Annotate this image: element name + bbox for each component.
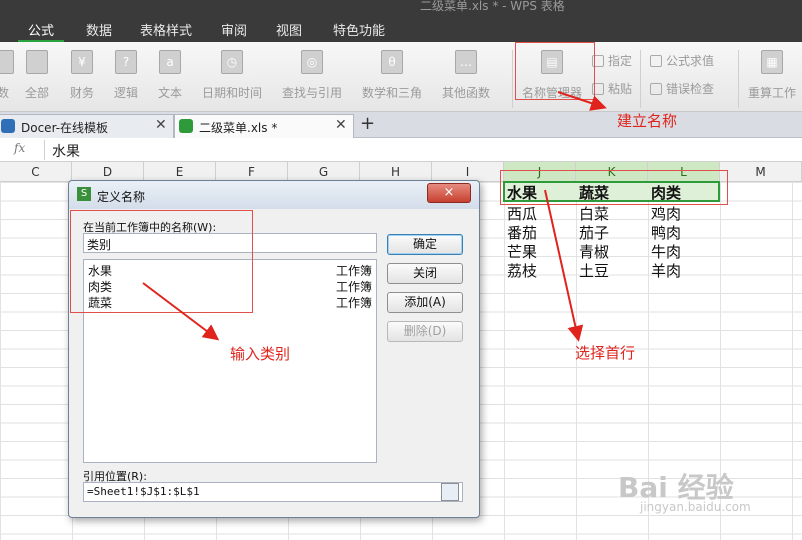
ribbon-text-button[interactable]: a 文本	[158, 50, 182, 101]
fx-icon	[650, 55, 662, 67]
tab-workbook[interactable]: 二级菜单.xls * ✕	[174, 114, 354, 138]
window-title: 二级菜单.xls * - WPS 表格	[420, 0, 565, 13]
recalc-button[interactable]: ▦ 重算工作	[748, 50, 796, 101]
finance-icon: ¥	[71, 50, 93, 74]
formula-bar: fx 水果	[0, 138, 802, 162]
table-cell[interactable]: 鸭肉	[651, 222, 681, 243]
ribbon-logic-button[interactable]: ? 逻辑	[114, 50, 138, 101]
dialog-app-icon: S	[77, 187, 91, 201]
more-icon: …	[455, 50, 477, 74]
spreadsheet-icon	[179, 119, 193, 133]
close-button[interactable]: 关闭	[387, 263, 463, 284]
text-icon: a	[159, 50, 181, 74]
function-icon	[26, 50, 48, 74]
close-icon[interactable]: ✕	[155, 117, 167, 133]
specify-button[interactable]: 指定	[592, 52, 632, 69]
new-tab-icon[interactable]: +	[360, 113, 375, 134]
column-header[interactable]: I	[432, 162, 504, 182]
table-cell[interactable]: 青椒	[579, 241, 609, 262]
table-cell[interactable]: 茄子	[579, 222, 609, 243]
table-cell[interactable]: 番茄	[507, 222, 537, 243]
ribbon-math-button[interactable]: θ 数学和三角	[362, 50, 422, 101]
menu-bar: 二级菜单.xls * - WPS 表格 公式 数据 表格样式 审阅 视图 特色功…	[0, 0, 802, 42]
table-cell[interactable]: 牛肉	[651, 241, 681, 262]
menu-review[interactable]: 审阅	[221, 20, 247, 39]
annotation-define-name: 建立名称	[617, 112, 678, 130]
column-header[interactable]: F	[216, 162, 288, 182]
annotation-select-first-row: 选择首行	[575, 344, 636, 362]
tab-docer[interactable]: Docer-在线模板 ✕	[0, 114, 174, 138]
fx-icon[interactable]: fx	[14, 141, 25, 155]
column-header[interactable]: G	[288, 162, 360, 182]
annotation-box-first-row	[500, 170, 728, 205]
table-cell[interactable]: 土豆	[579, 260, 609, 281]
column-header[interactable]: D	[72, 162, 144, 182]
column-header[interactable]: H	[360, 162, 432, 182]
watermark-url: jingyan.baidu.com	[640, 500, 751, 514]
column-header[interactable]: E	[144, 162, 216, 182]
ribbon-number-button[interactable]: 数	[0, 50, 14, 101]
error-check-button[interactable]: 错误检查	[650, 80, 714, 97]
ribbon-separator	[512, 50, 513, 108]
annotation-box-name-manager	[515, 42, 595, 100]
menu-formula[interactable]: 公式	[28, 20, 54, 39]
ok-button[interactable]: 确定	[387, 234, 463, 255]
ribbon-other-button[interactable]: … 其他函数	[442, 50, 490, 101]
ribbon-separator	[738, 50, 739, 108]
tab-bar: Docer-在线模板 ✕ 二级菜单.xls * ✕	[0, 112, 802, 138]
formula-eval-button[interactable]: 公式求值	[650, 52, 714, 69]
add-button[interactable]: 添加(A)	[387, 292, 463, 313]
delete-button[interactable]: 删除(D)	[387, 321, 463, 342]
ref-input[interactable]: =Sheet1!$J$1:$L$1	[83, 482, 463, 502]
dialog-titlebar[interactable]: S 定义名称 ×	[69, 181, 479, 209]
formula-separator	[44, 140, 45, 160]
ribbon-datetime-button[interactable]: ◷ 日期和时间	[202, 50, 262, 101]
table-cell[interactable]: 白菜	[579, 203, 609, 224]
calculator-icon: ▦	[761, 50, 783, 74]
table-cell[interactable]: 芒果	[507, 241, 537, 262]
menu-view[interactable]: 视图	[276, 20, 302, 39]
error-check-icon	[650, 83, 662, 95]
dialog-title: 定义名称	[97, 190, 146, 204]
ribbon-lookup-button[interactable]: ◎ 查找与引用	[282, 50, 342, 101]
clock-icon: ◷	[221, 50, 243, 74]
menu-special[interactable]: 特色功能	[333, 20, 385, 39]
paste-button[interactable]: 粘贴	[592, 80, 632, 97]
function-icon	[0, 50, 14, 74]
lookup-icon: ◎	[301, 50, 323, 74]
dialog-close-button[interactable]: ×	[427, 183, 471, 203]
ribbon: 数 全部 ¥ 财务 ? 逻辑 a 文本 ◷ 日期和时间 ◎ 查找与引用 θ 数学和三角 … 其…	[0, 42, 802, 112]
math-icon: θ	[381, 50, 403, 74]
logic-icon: ?	[115, 50, 137, 74]
ribbon-all-button[interactable]: 全部	[25, 50, 49, 101]
menu-data[interactable]: 数据	[86, 20, 112, 39]
column-header[interactable]: M	[720, 162, 802, 182]
formula-input[interactable]: 水果	[52, 141, 80, 161]
column-header[interactable]: C	[0, 162, 72, 182]
menu-table-style[interactable]: 表格样式	[140, 20, 192, 39]
ribbon-finance-button[interactable]: ¥ 财务	[70, 50, 94, 101]
ribbon-separator	[640, 50, 641, 108]
table-cell[interactable]: 荔枝	[507, 260, 537, 281]
range-picker-icon[interactable]	[441, 483, 459, 501]
annotation-input-category: 输入类别	[230, 345, 291, 363]
close-icon[interactable]: ✕	[335, 117, 347, 133]
table-cell[interactable]: 鸡肉	[651, 203, 681, 224]
annotation-box-name-input	[70, 210, 253, 313]
table-cell[interactable]: 羊肉	[651, 260, 681, 281]
docer-icon	[1, 119, 15, 133]
table-cell[interactable]: 西瓜	[507, 203, 537, 224]
